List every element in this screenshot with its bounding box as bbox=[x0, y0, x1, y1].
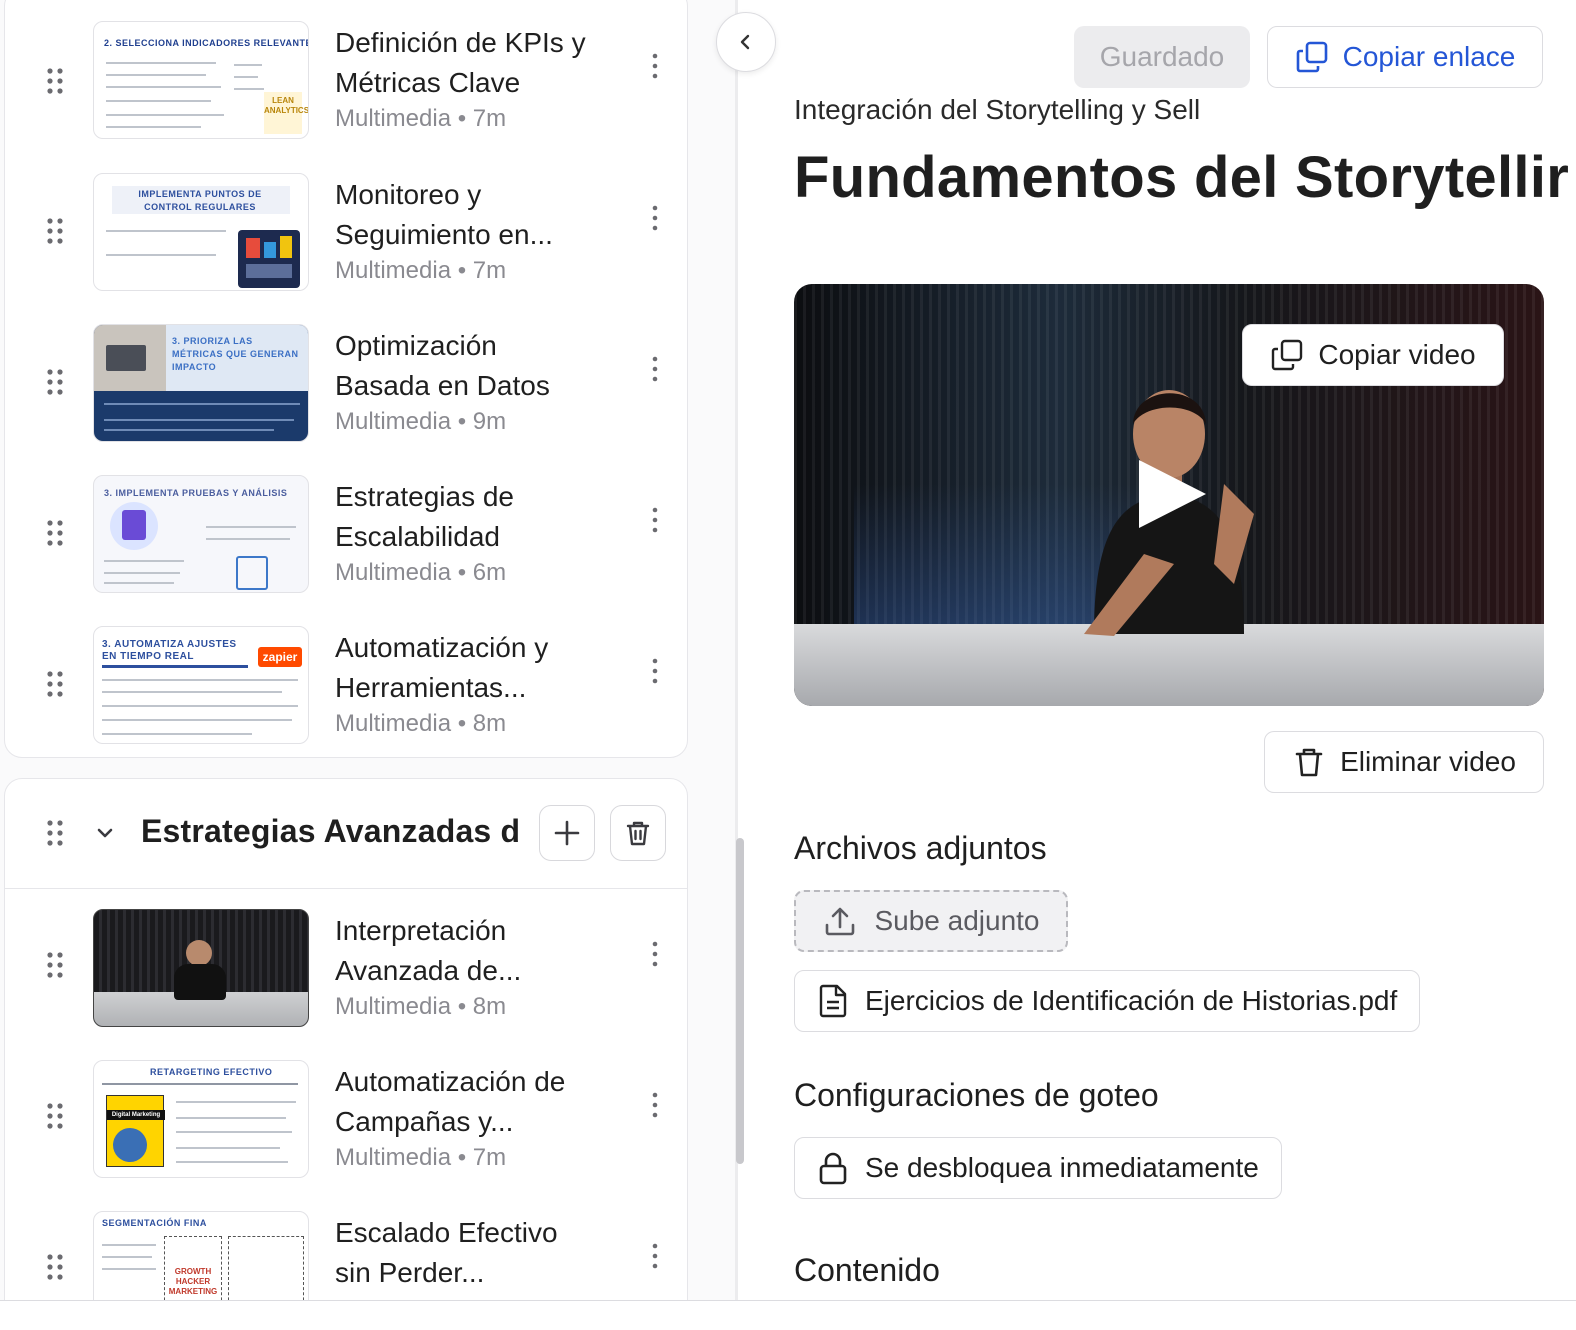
breadcrumb[interactable]: Integración del Storytelling y Sell bbox=[794, 94, 1200, 126]
form-illustration bbox=[110, 502, 158, 550]
curriculum-panel: 2. SELECCIONA INDICADORES RELEVANTES LEA… bbox=[0, 0, 738, 1300]
dashboard-illustration bbox=[238, 230, 300, 288]
lesson-meta: Multimedia • 7m bbox=[335, 1144, 507, 1171]
section-card: Estrategias Avanzadas d Interpretación A… bbox=[4, 778, 688, 1300]
book-cover: GROWTH HACKER MARKETING bbox=[164, 1236, 222, 1300]
lesson-title[interactable]: Automatización y Herramientas... bbox=[335, 628, 625, 708]
scrollbar-thumb[interactable] bbox=[736, 838, 744, 1164]
lesson-item[interactable]: 3. IMPLEMENTA PRUEBAS Y ANÁLISIS Estrate… bbox=[5, 469, 689, 609]
lesson-item[interactable]: 2. SELECCIONA INDICADORES RELEVANTES LEA… bbox=[5, 15, 689, 155]
document-illustration bbox=[236, 556, 268, 590]
add-lesson-button[interactable] bbox=[539, 805, 595, 861]
more-options-icon[interactable] bbox=[649, 939, 661, 969]
lesson-item[interactable]: SEGMENTACIÓN FINA GROWTH HACKER MARKETIN… bbox=[5, 1205, 689, 1300]
lesson-thumbnail[interactable]: RETARGETING EFECTIVO Digital Marketing bbox=[93, 1060, 309, 1178]
copy-icon bbox=[1296, 41, 1327, 73]
attachments-heading: Archivos adjuntos bbox=[794, 830, 1047, 866]
drag-handle-icon[interactable] bbox=[45, 519, 65, 553]
chevron-left-icon bbox=[740, 34, 750, 50]
lesson-title[interactable]: Estrategias de Escalabilidad bbox=[335, 477, 625, 557]
lesson-title[interactable]: Definición de KPIs y Métricas Clave bbox=[335, 23, 625, 103]
lesson-item[interactable]: IMPLEMENTA PUNTOS DE CONTROL REGULARES M… bbox=[5, 167, 689, 307]
delete-video-button[interactable]: Eliminar video bbox=[1264, 731, 1544, 793]
more-options-icon[interactable] bbox=[649, 656, 661, 686]
lesson-thumbnail[interactable]: 3. IMPLEMENTA PRUEBAS Y ANÁLISIS bbox=[93, 475, 309, 593]
copy-video-button[interactable]: Copiar video bbox=[1242, 324, 1504, 386]
drag-handle-icon[interactable] bbox=[45, 819, 65, 853]
trash-icon bbox=[1295, 748, 1323, 777]
more-options-icon[interactable] bbox=[649, 354, 661, 384]
drag-handle-icon[interactable] bbox=[45, 951, 65, 985]
lesson-item[interactable]: 3. PRIORIZA LAS MÉTRICAS QUE GENERAN IMP… bbox=[5, 318, 689, 458]
lesson-meta: Multimedia • 7m bbox=[335, 257, 507, 284]
lesson-thumbnail[interactable]: SEGMENTACIÓN FINA GROWTH HACKER MARKETIN… bbox=[93, 1211, 309, 1300]
copy-icon bbox=[1272, 339, 1303, 371]
lesson-title[interactable]: Optimización Basada en Datos bbox=[335, 326, 625, 406]
lesson-title[interactable]: Interpretación Avanzada de... bbox=[335, 911, 625, 991]
collapse-sidebar-button[interactable] bbox=[716, 12, 776, 72]
lesson-thumbnail[interactable]: 3. AUTOMATIZA AJUSTES EN TIEMPO REAL zap… bbox=[93, 626, 309, 744]
book-cover: Digital Marketing bbox=[106, 1095, 165, 1167]
attachment-file[interactable]: Ejercicios de Identificación de Historia… bbox=[794, 970, 1421, 1032]
drag-handle-icon[interactable] bbox=[45, 368, 65, 402]
more-options-icon[interactable] bbox=[649, 1090, 661, 1120]
lesson-meta: Multimedia • 8m bbox=[335, 710, 507, 737]
drag-handle-icon[interactable] bbox=[45, 67, 65, 101]
drip-heading: Configuraciones de goteo bbox=[794, 1077, 1159, 1113]
delete-section-button[interactable] bbox=[610, 805, 666, 861]
lesson-item[interactable]: RETARGETING EFECTIVO Digital Marketing A… bbox=[5, 1054, 689, 1194]
lesson-thumbnail[interactable]: IMPLEMENTA PUNTOS DE CONTROL REGULARES bbox=[93, 173, 309, 291]
drag-handle-icon[interactable] bbox=[45, 217, 65, 251]
lesson-item[interactable]: 3. AUTOMATIZA AJUSTES EN TIEMPO REAL zap… bbox=[5, 620, 689, 760]
page-title[interactable]: Fundamentos del Storytellir bbox=[794, 144, 1569, 211]
file-icon bbox=[819, 984, 847, 1018]
more-options-icon[interactable] bbox=[649, 203, 661, 233]
upload-icon bbox=[826, 907, 855, 936]
book-cover: LEAN ANALYTICS bbox=[264, 92, 308, 134]
window-bottom-edge bbox=[0, 1300, 1576, 1330]
copy-link-button[interactable]: Copiar enlace bbox=[1267, 26, 1543, 88]
lesson-meta: Multimedia • 9m bbox=[335, 408, 507, 435]
chevron-down-icon[interactable] bbox=[93, 821, 117, 845]
upload-attachment-button[interactable]: Sube adjunto bbox=[794, 890, 1068, 952]
section-title[interactable]: Estrategias Avanzadas d bbox=[141, 813, 521, 850]
lesson-title[interactable]: Monitoreo y Seguimiento en... bbox=[335, 175, 625, 255]
lesson-title[interactable]: Escalado Efectivo sin Perder... bbox=[335, 1213, 625, 1293]
drip-setting-button[interactable]: Se desbloquea inmediatamente bbox=[794, 1137, 1282, 1199]
drag-handle-icon[interactable] bbox=[45, 1102, 65, 1136]
zapier-logo: zapier bbox=[258, 647, 302, 667]
more-options-icon[interactable] bbox=[649, 1241, 661, 1271]
lesson-title[interactable]: Automatización de Campañas y... bbox=[335, 1062, 625, 1142]
presenter-thumbnail bbox=[186, 940, 212, 966]
content-heading: Contenido bbox=[794, 1252, 940, 1288]
trash-icon bbox=[626, 821, 650, 846]
lock-icon bbox=[819, 1152, 847, 1185]
saved-button[interactable]: Guardado bbox=[1074, 26, 1250, 88]
drag-handle-icon[interactable] bbox=[45, 670, 65, 704]
lesson-meta: Multimedia • 8m bbox=[335, 993, 507, 1020]
section-header: Estrategias Avanzadas d bbox=[5, 779, 687, 889]
lesson-thumbnail[interactable] bbox=[93, 909, 309, 1027]
lesson-meta: Multimedia • 7m bbox=[335, 105, 507, 132]
lesson-thumbnail[interactable]: 2. SELECCIONA INDICADORES RELEVANTES LEA… bbox=[93, 21, 309, 139]
more-options-icon[interactable] bbox=[649, 51, 661, 81]
drag-handle-icon[interactable] bbox=[45, 1253, 65, 1287]
lesson-item[interactable]: Interpretación Avanzada de... Multimedia … bbox=[5, 903, 689, 1043]
more-options-icon[interactable] bbox=[649, 505, 661, 535]
lesson-thumbnail[interactable]: 3. PRIORIZA LAS MÉTRICAS QUE GENERAN IMP… bbox=[93, 324, 309, 442]
section-card: 2. SELECCIONA INDICADORES RELEVANTES LEA… bbox=[4, 0, 688, 758]
plus-icon bbox=[554, 820, 580, 846]
lesson-editor: Guardado Copiar enlace Integración del S… bbox=[744, 0, 1576, 1300]
lesson-meta: Multimedia • 6m bbox=[335, 559, 507, 586]
laptop-photo bbox=[94, 325, 166, 391]
